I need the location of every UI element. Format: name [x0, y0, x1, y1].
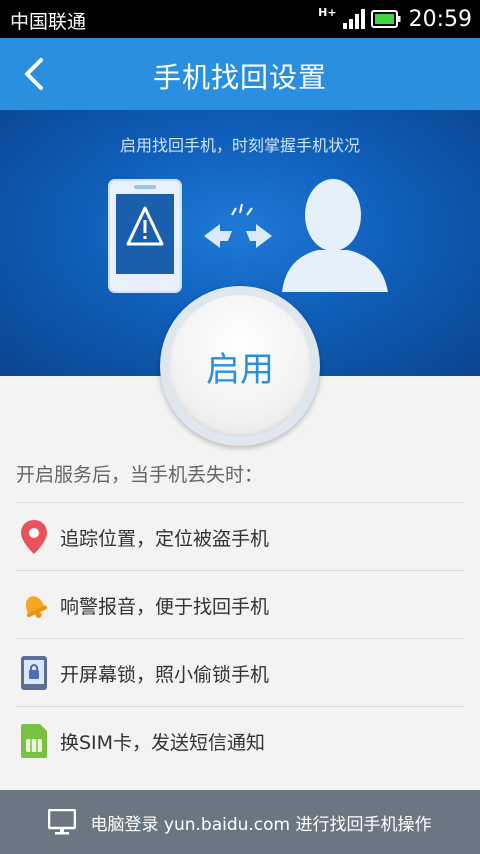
- page-title: 手机找回设置: [152, 61, 327, 94]
- screen-lock-icon: [16, 653, 52, 693]
- footer-bar[interactable]: 电脑登录 yun.baidu.com 进行找回手机操作: [0, 790, 480, 854]
- title-bar: 手机找回设置: [0, 38, 480, 110]
- monitor-icon: [48, 809, 77, 835]
- enable-button[interactable]: 启用: [169, 295, 311, 437]
- status-bar: 中国联通 H+ 20:59: [0, 0, 480, 38]
- status-icons: H+ 20:59: [318, 5, 472, 33]
- reconnect-arrows-icon: [204, 203, 272, 248]
- signal-icon: [342, 9, 365, 29]
- feature-item-alarm: 响警报音，便于找回手机: [16, 571, 464, 639]
- feature-item-location: 追踪位置，定位被盗手机: [16, 503, 464, 571]
- location-pin-icon: [16, 517, 52, 557]
- person-silhouette-icon: [282, 179, 388, 292]
- battery-icon: [370, 10, 401, 28]
- banner-caption: 启用找回手机，时刻掌握手机状况: [119, 136, 360, 155]
- sim-card-icon: [16, 721, 52, 761]
- feature-text: 响警报音，便于找回手机: [60, 595, 270, 618]
- feature-item-screen-lock: 开屏幕锁，照小偷锁手机: [16, 639, 464, 707]
- enable-button-label: 启用: [206, 349, 274, 390]
- network-type-label: H+: [318, 5, 337, 19]
- carrier-name: 中国联通: [10, 11, 87, 33]
- feature-text: 追踪位置，定位被盗手机: [60, 527, 270, 550]
- feature-text: 换SIM卡，发送短信通知: [60, 731, 266, 754]
- footer-text: 电脑登录 yun.baidu.com 进行找回手机操作: [90, 814, 432, 835]
- phone-warning-icon: [108, 179, 182, 293]
- feature-intro-text: 开启服务后，当手机丢失时：: [16, 464, 264, 486]
- alarm-bell-icon: [16, 585, 52, 625]
- feature-text: 开屏幕锁，照小偷锁手机: [60, 663, 270, 686]
- feature-item-sim: 换SIM卡，发送短信通知: [16, 707, 464, 775]
- clock: 20:59: [408, 6, 472, 32]
